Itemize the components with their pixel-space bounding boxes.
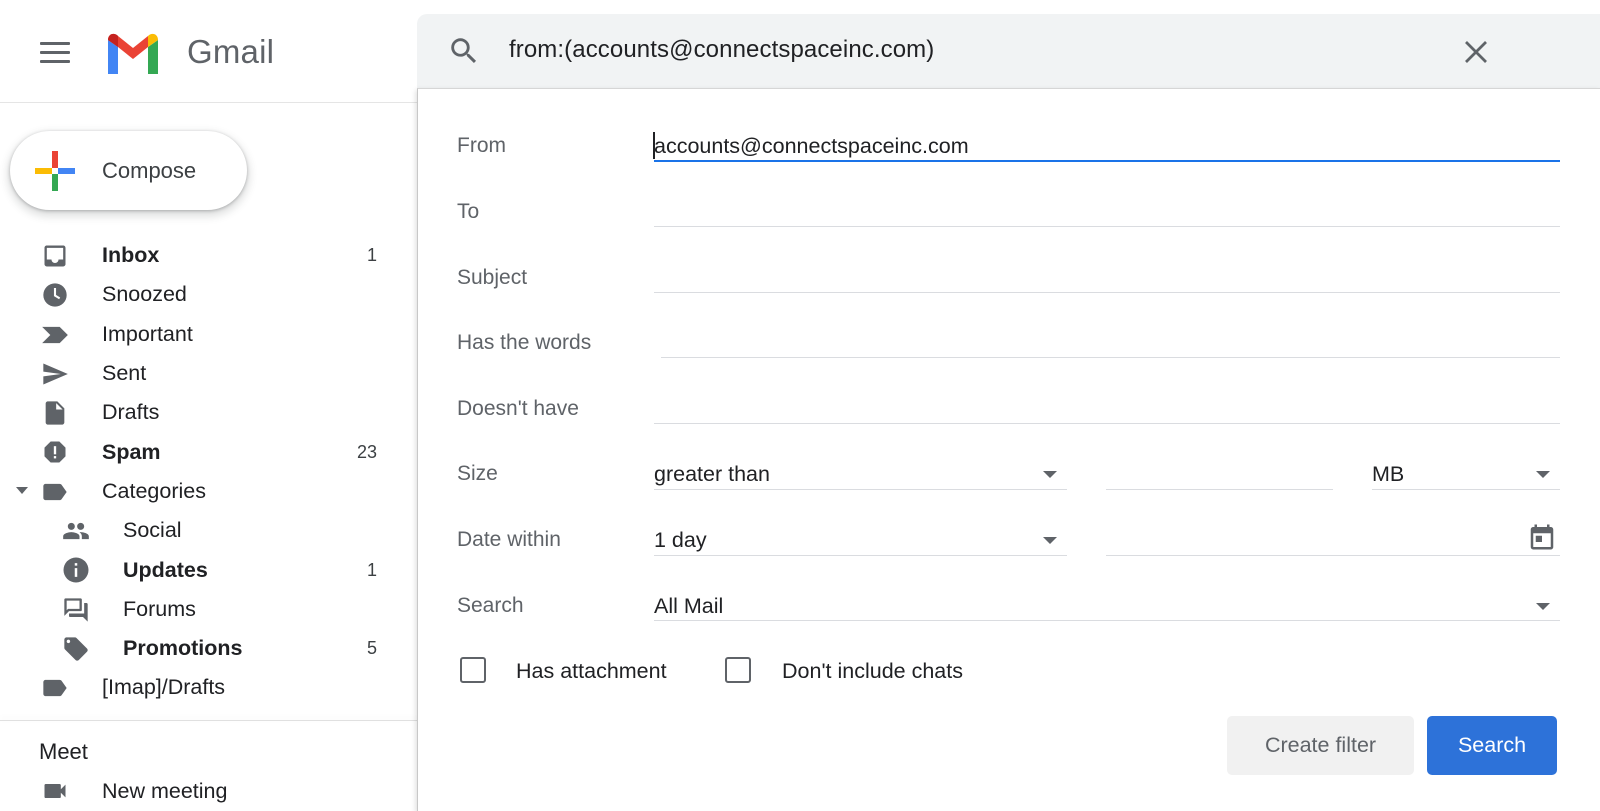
has-words-label: Has the words [457, 331, 592, 354]
search-button[interactable]: Search [1427, 716, 1557, 775]
app-name: Gmail [187, 33, 275, 70]
sidebar-item-promotions[interactable]: Promotions 5 [0, 629, 417, 668]
sidebar-item-sent[interactable]: Sent [0, 354, 417, 393]
close-icon[interactable] [1461, 37, 1491, 67]
sidebar-item-inbox[interactable]: Inbox 1 [0, 236, 417, 275]
date-within-label: Date within [457, 528, 561, 551]
draft-icon [40, 399, 70, 427]
label-icon [40, 674, 70, 702]
chevron-down-icon[interactable] [1043, 537, 1057, 544]
unread-count: 1 [366, 559, 377, 580]
sidebar-item-snoozed[interactable]: Snoozed [0, 275, 417, 314]
compose-button[interactable]: Compose [10, 131, 247, 210]
sidebar-item-important[interactable]: Important [0, 315, 417, 354]
sidebar-item-label: Categories [102, 478, 206, 503]
chevron-down-icon[interactable] [1536, 603, 1550, 610]
search-in-label: Search [457, 594, 524, 617]
size-value-underline [1106, 489, 1333, 490]
date-within-underline [654, 555, 1067, 556]
unread-count: 23 [356, 441, 377, 462]
gmail-logo[interactable]: Gmail [104, 30, 274, 74]
sidebar-item-label: Spam [102, 439, 161, 464]
sidebar-item-updates[interactable]: Updates 1 [0, 550, 417, 589]
calendar-icon[interactable] [1527, 522, 1557, 552]
label-icon [40, 478, 70, 506]
sidebar-item-label: Social [123, 518, 182, 543]
doesnt-have-label: Doesn't have [457, 397, 579, 420]
text-cursor [653, 132, 655, 159]
unread-count: 5 [366, 638, 377, 659]
search-in-underline [654, 620, 1560, 621]
clock-icon [40, 281, 70, 309]
advanced-search-panel [417, 88, 1600, 811]
video-camera-icon [40, 777, 70, 805]
subject-field-underline [654, 292, 1560, 293]
sidebar-item-label: Drafts [102, 400, 160, 425]
sidebar-item-label: Important [102, 321, 193, 346]
important-icon [40, 321, 70, 349]
sidebar-divider [0, 102, 417, 103]
inbox-icon [40, 242, 70, 270]
has-attachment-label: Has attachment [516, 659, 667, 683]
to-label: To [457, 200, 480, 223]
size-unit-select[interactable]: MB [1372, 462, 1404, 487]
from-field-underline [654, 160, 1560, 162]
tag-icon [61, 635, 91, 663]
to-field-underline [654, 226, 1560, 227]
doesnt-have-field-underline [654, 423, 1560, 424]
has-words-field-underline [661, 357, 1560, 358]
unread-count: 1 [366, 245, 377, 266]
sidebar-item-label: Inbox [102, 243, 160, 268]
sidebar-item-drafts[interactable]: Drafts [0, 393, 417, 432]
from-label: From [457, 134, 506, 157]
hamburger-line [40, 42, 70, 45]
sidebar-item-spam[interactable]: Spam 23 [0, 432, 417, 471]
sidebar-item-label: Sent [102, 361, 147, 386]
hamburger-line [40, 51, 70, 54]
size-operator-underline [654, 489, 1067, 490]
search-in-select[interactable]: All Mail [654, 594, 723, 619]
spam-icon [40, 438, 70, 466]
compose-label: Compose [102, 158, 197, 183]
sidebar-item-label: [Imap]/Drafts [102, 675, 226, 700]
new-meeting-label: New meeting [102, 779, 228, 803]
date-field-underline [1106, 555, 1560, 556]
create-filter-button[interactable]: Create filter [1227, 716, 1414, 775]
size-unit-underline [1372, 489, 1560, 490]
sidebar-item-label: Promotions [123, 636, 243, 661]
subject-label: Subject [457, 266, 528, 289]
send-icon [40, 360, 70, 388]
sidebar-item-categories[interactable]: Categories [0, 472, 417, 511]
search-input[interactable]: from:(accounts@connectspaceinc.com) [509, 36, 934, 64]
gmail-m-icon [108, 33, 158, 74]
main-menu-button[interactable] [28, 32, 84, 72]
meet-divider [0, 720, 417, 721]
chevron-down-icon[interactable] [1043, 471, 1057, 478]
sidebar-item-forums[interactable]: Forums [0, 590, 417, 629]
forum-icon [61, 596, 91, 624]
chevron-down-icon[interactable] [1536, 471, 1550, 478]
search-icon[interactable] [447, 34, 481, 68]
sidebar-nav: Inbox 1 Snoozed Important Sent Drafts Sp… [0, 236, 417, 708]
from-field[interactable]: accounts@connectspaceinc.com [654, 134, 969, 159]
plus-icon [35, 151, 75, 191]
has-attachment-checkbox[interactable] [460, 657, 486, 683]
new-meeting-button[interactable]: New meeting [0, 775, 417, 811]
sidebar-item-label: Snoozed [102, 282, 187, 307]
sidebar-item-label: Forums [123, 596, 196, 621]
dont-include-chats-label: Don't include chats [782, 659, 963, 683]
sidebar-item-label: Updates [123, 557, 208, 582]
size-operator-select[interactable]: greater than [654, 462, 770, 487]
info-icon [61, 556, 91, 584]
size-label: Size [457, 462, 498, 485]
dont-include-chats-checkbox[interactable] [725, 657, 751, 683]
hamburger-line [40, 60, 70, 63]
date-within-select[interactable]: 1 day [654, 528, 707, 553]
chevron-down-icon[interactable] [16, 486, 28, 494]
people-icon [61, 517, 91, 545]
meet-heading: Meet [39, 739, 88, 764]
sidebar-item-social[interactable]: Social [0, 511, 417, 550]
sidebar-item-imap-drafts[interactable]: [Imap]/Drafts [0, 668, 417, 707]
